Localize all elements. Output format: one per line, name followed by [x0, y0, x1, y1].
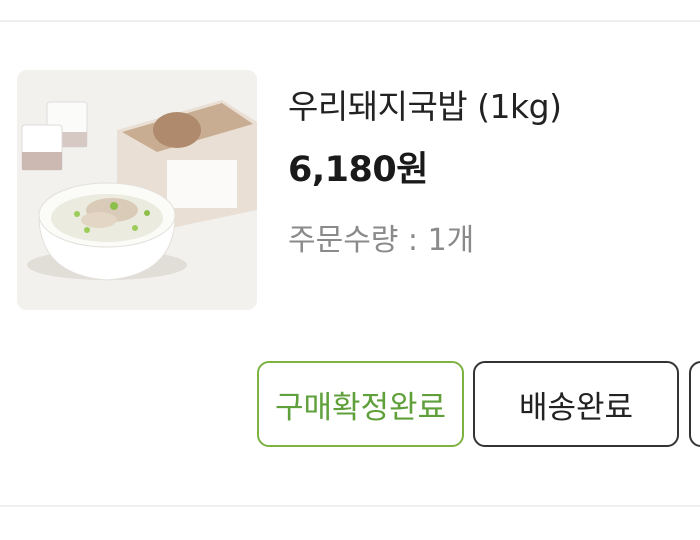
delivery-complete-button[interactable]: 배송완료: [473, 361, 679, 447]
top-divider: [0, 20, 700, 22]
bottom-divider: [0, 505, 700, 507]
product-name[interactable]: 우리돼지국밥 (1kg): [288, 80, 562, 128]
partial-action-button[interactable]: [689, 361, 700, 447]
product-price: 6,180원: [288, 150, 428, 190]
product-thumbnail[interactable]: [17, 70, 257, 310]
order-quantity: 주문수량 : 1개: [288, 223, 475, 258]
product-image: [17, 70, 257, 310]
order-item-card: 우리돼지국밥 (1kg) 6,180원 주문수량 : 1개 구매확정완료 배송완…: [0, 0, 700, 540]
purchase-confirmed-button[interactable]: 구매확정완료: [257, 361, 464, 447]
previous-section-area: [0, 0, 700, 20]
